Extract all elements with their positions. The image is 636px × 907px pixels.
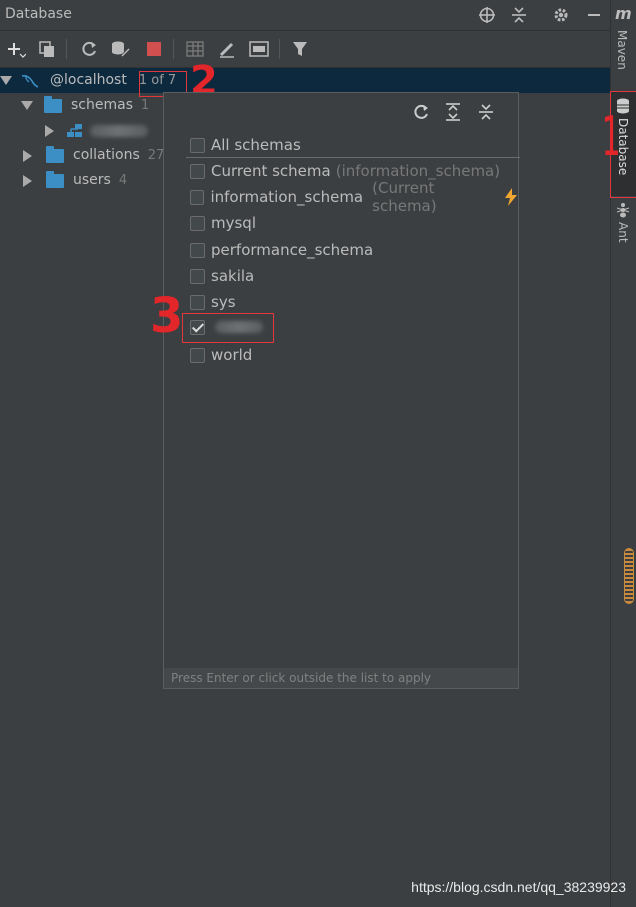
- checkbox[interactable]: [190, 189, 205, 205]
- annotation-number-3: 3: [150, 288, 184, 344]
- users-count: 4: [118, 173, 128, 188]
- schemas-label: schemas: [71, 97, 133, 113]
- folder-icon: [46, 170, 64, 188]
- tool-window-title: Database: [5, 6, 72, 22]
- minimize-icon[interactable]: [583, 4, 605, 26]
- checkbox[interactable]: [190, 163, 205, 179]
- option-label: mysql: [211, 214, 256, 232]
- popup-footer: Press Enter or click outside the list to…: [164, 668, 518, 688]
- option-hint: (Current schema): [372, 179, 437, 215]
- schema-option-world[interactable]: world: [190, 343, 252, 367]
- schema-icon: [66, 123, 84, 139]
- option-label: world: [211, 346, 253, 364]
- expand-arrow-icon[interactable]: [21, 101, 33, 110]
- collations-count: 27: [147, 148, 165, 163]
- expand-arrow-icon[interactable]: [0, 76, 12, 85]
- stop-icon[interactable]: [142, 37, 166, 61]
- memory-indicator[interactable]: [624, 548, 634, 604]
- toolbar-separator: [279, 39, 280, 59]
- redacted-schema-name: [90, 124, 148, 137]
- ant-icon: [616, 202, 630, 222]
- lightning-icon: [504, 188, 518, 206]
- folder-icon: [44, 95, 62, 113]
- add-icon[interactable]: [4, 37, 28, 61]
- schema-option-all[interactable]: All schemas: [190, 133, 301, 157]
- option-label: sys: [211, 293, 236, 311]
- expand-arrow-icon[interactable]: [45, 124, 54, 137]
- tree-row-localhost[interactable]: @localhost 1 of 7: [0, 68, 610, 93]
- checkbox[interactable]: [190, 294, 205, 310]
- tool-window-header: Database: [0, 0, 610, 31]
- checkbox[interactable]: [190, 137, 205, 153]
- locate-icon[interactable]: [476, 4, 498, 26]
- query-console-icon[interactable]: [247, 37, 271, 61]
- option-hint: (information_schema): [335, 162, 501, 180]
- option-label: information_schema: [210, 188, 364, 206]
- gear-icon[interactable]: [550, 4, 572, 26]
- expand-all-icon[interactable]: [442, 101, 464, 123]
- checkbox[interactable]: [190, 268, 205, 284]
- option-label: Current schema: [211, 162, 331, 180]
- duplicate-icon[interactable]: [35, 37, 59, 61]
- schema-settings-icon[interactable]: [108, 37, 132, 61]
- schema-filter-popup: All schemas Current schema (information_…: [163, 92, 520, 689]
- checkbox[interactable]: [190, 347, 205, 363]
- option-label: performance_schema: [211, 241, 374, 259]
- toolbar: [0, 31, 610, 68]
- schema-option-sakila[interactable]: sakila: [190, 264, 254, 288]
- annotation-box-checked-schema: [182, 313, 274, 343]
- refresh-icon[interactable]: [77, 37, 101, 61]
- expand-arrow-icon[interactable]: [23, 174, 32, 187]
- maven-logo-icon: m: [615, 4, 632, 23]
- popup-hint-text: Press Enter or click outside the list to…: [171, 671, 432, 685]
- collapse-all-icon[interactable]: [475, 101, 497, 123]
- expand-arrow-icon[interactable]: [23, 149, 32, 162]
- schema-option-performance-schema[interactable]: performance_schema: [190, 238, 373, 262]
- tree-row-collations[interactable]: collations 27: [21, 143, 164, 168]
- option-label: All schemas: [211, 136, 301, 154]
- popup-divider: [186, 157, 520, 158]
- schema-option-mysql[interactable]: mysql: [190, 211, 256, 235]
- users-label: users: [73, 172, 111, 188]
- mysql-dolphin-icon: [20, 73, 40, 89]
- annotation-number-1: 1: [601, 105, 621, 168]
- toolbar-separator: [173, 39, 174, 59]
- edit-icon[interactable]: [215, 37, 239, 61]
- option-label: sakila: [211, 267, 255, 285]
- maven-tab[interactable]: Maven: [615, 30, 629, 70]
- checkbox[interactable]: [190, 242, 205, 258]
- tree-row-hidden-schema[interactable]: [45, 118, 148, 143]
- schema-option-sys[interactable]: sys: [190, 290, 236, 314]
- collations-label: collations: [73, 147, 140, 163]
- toolbar-separator: [66, 39, 67, 59]
- collapse-all-icon[interactable]: [508, 4, 530, 26]
- checkbox[interactable]: [190, 215, 205, 231]
- tree-row-schemas[interactable]: schemas 1: [21, 93, 149, 118]
- schema-option-information-schema[interactable]: information_schema (Current schema): [190, 179, 518, 215]
- watermark: https://blog.csdn.net/qq_38239923: [411, 879, 626, 895]
- connection-label: @localhost: [50, 72, 127, 88]
- ant-tab[interactable]: Ant: [616, 222, 630, 243]
- refresh-icon[interactable]: [410, 101, 432, 123]
- folder-icon: [46, 145, 64, 163]
- filter-icon[interactable]: [288, 37, 312, 61]
- tree-row-users[interactable]: users 4: [21, 168, 127, 193]
